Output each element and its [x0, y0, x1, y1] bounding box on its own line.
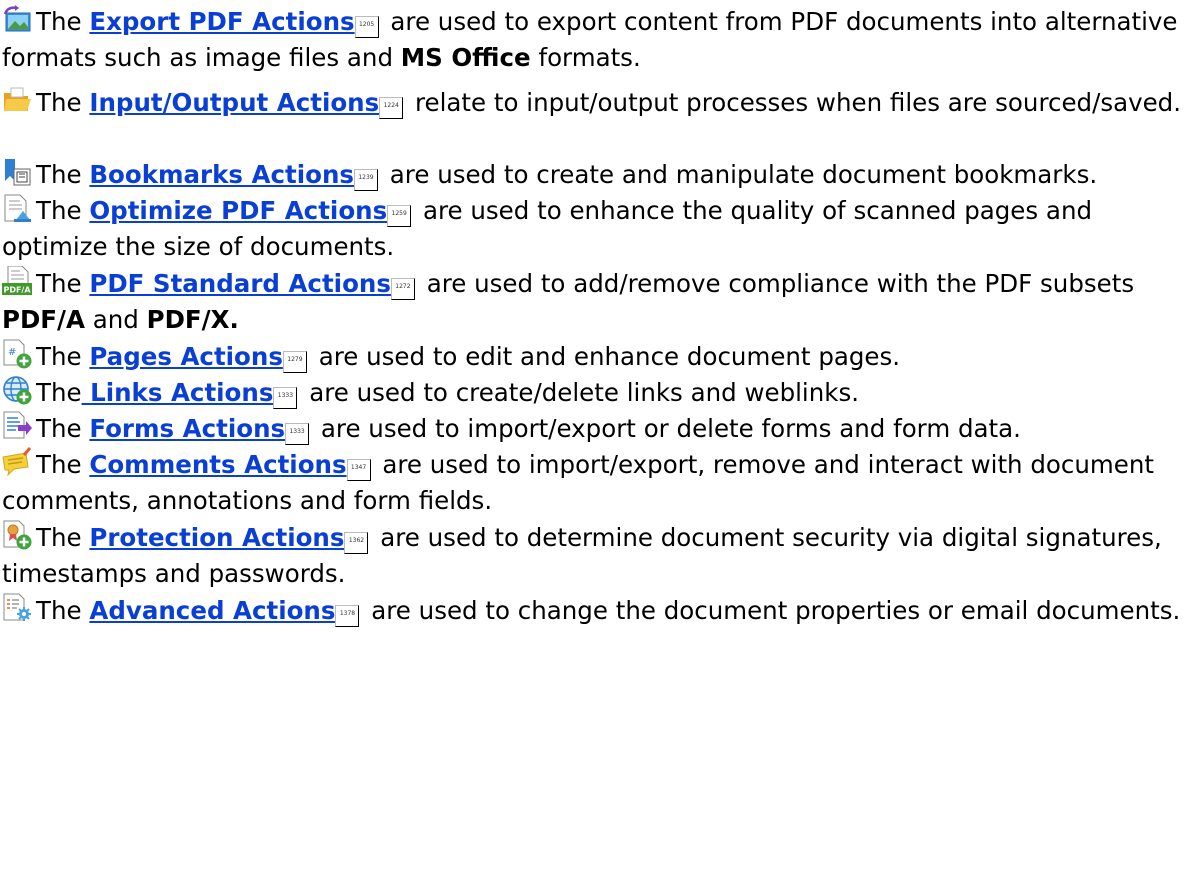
- comment-note-icon: [2, 447, 32, 477]
- page-ref-link[interactable]: 1333: [285, 423, 310, 445]
- page-ref-link[interactable]: 1224: [379, 97, 404, 119]
- entry-text-mid: and: [84, 305, 147, 334]
- entry-text: are used to import/export or delete form…: [313, 414, 1021, 443]
- protection-actions-link[interactable]: Protection Actions: [89, 523, 344, 552]
- entry-lead: The: [36, 596, 90, 625]
- entry-bookmarks: The Bookmarks Actions 1239 are used to cr…: [2, 157, 1200, 193]
- entry-text-end: formats.: [530, 43, 641, 72]
- pdfa-icon: PDF/A: [2, 266, 32, 296]
- page-ref-link[interactable]: 1272: [390, 278, 415, 300]
- form-arrow-icon: [2, 411, 32, 441]
- page-ref-link[interactable]: 1259: [387, 205, 412, 227]
- page-ref-link[interactable]: 1205: [354, 16, 379, 38]
- entry-lead: The: [36, 523, 90, 552]
- comments-actions-link[interactable]: Comments Actions: [89, 450, 346, 479]
- svg-text:#: #: [8, 347, 16, 358]
- globe-link-icon: [2, 375, 32, 405]
- entry-text: relate to input/output processes when fi…: [407, 88, 1182, 117]
- document-page: The Export PDF Actions 1205 are used to e…: [0, 0, 1204, 890]
- pdfa-term: PDF/A: [2, 305, 85, 334]
- page-ref-link[interactable]: 1362: [344, 532, 369, 554]
- entry-optimize-pdf: The Optimize PDF Actions 1259 are used to…: [2, 193, 1200, 265]
- bookmarks-actions-link[interactable]: Bookmarks Actions: [89, 160, 354, 189]
- entry-pdf-standard: PDF/A The PDF Standard Actions 1272 are u…: [2, 266, 1200, 338]
- page-add-icon: #: [2, 339, 32, 369]
- entry-input-output: The Input/Output Actions 1224 relate to i…: [2, 85, 1200, 121]
- entry-text: are used to edit and enhance document pa…: [310, 342, 901, 371]
- forms-actions-link[interactable]: Forms Actions: [89, 414, 285, 443]
- entry-forms: The Forms Actions 1333 are used to import…: [2, 411, 1200, 447]
- entry-advanced: The Advanced Actions 1378 are used to cha…: [2, 593, 1200, 629]
- links-actions-link[interactable]: Links Actions: [82, 378, 273, 407]
- entry-pages: # The Pages Actions 1279 are used to edit…: [2, 339, 1200, 375]
- entry-lead: The: [36, 269, 90, 298]
- page-ref-link[interactable]: 1347: [346, 459, 371, 481]
- entry-text: are used to create and manipulate docume…: [382, 160, 1098, 189]
- entry-protection: The Protection Actions 1362 are used to d…: [2, 520, 1200, 592]
- entry-lead: The: [36, 414, 90, 443]
- page-ref-link[interactable]: 1279: [282, 351, 307, 373]
- page-ref-link[interactable]: 1378: [335, 605, 360, 627]
- settings-doc-icon: [2, 593, 32, 623]
- input-output-actions-link[interactable]: Input/Output Actions: [89, 88, 379, 117]
- optimize-pdf-actions-link[interactable]: Optimize PDF Actions: [89, 196, 387, 225]
- export-pdf-actions-link[interactable]: Export PDF Actions: [89, 7, 354, 36]
- entry-lead: The: [36, 160, 90, 189]
- entry-lead: The: [36, 342, 90, 371]
- entry-lead: The: [36, 450, 90, 479]
- entry-comments: The Comments Actions 1347 are used to imp…: [2, 447, 1200, 519]
- entry-lead: The: [36, 378, 82, 407]
- folder-icon: [2, 85, 32, 115]
- pages-actions-link[interactable]: Pages Actions: [89, 342, 283, 371]
- entry-links: The Links Actions 1333 are used to create…: [2, 375, 1200, 411]
- pdfx-term: PDF/X.: [146, 305, 239, 334]
- certificate-icon: [2, 520, 32, 550]
- pdf-standard-actions-link[interactable]: PDF Standard Actions: [89, 269, 391, 298]
- optimize-icon: [2, 193, 32, 223]
- entry-export-pdf: The Export PDF Actions 1205 are used to e…: [2, 4, 1200, 76]
- entry-text: are used to add/remove compliance with t…: [418, 269, 1135, 298]
- entry-text: are used to create/delete links and webl…: [301, 378, 860, 407]
- entry-lead: The: [36, 88, 90, 117]
- entry-text: are used to change the document properti…: [363, 596, 1181, 625]
- svg-text:PDF/A: PDF/A: [3, 286, 31, 295]
- entry-lead: The: [36, 7, 90, 36]
- advanced-actions-link[interactable]: Advanced Actions: [89, 596, 335, 625]
- page-ref-link[interactable]: 1333: [273, 387, 298, 409]
- export-image-icon: [2, 4, 32, 34]
- entry-lead: The: [36, 196, 90, 225]
- bookmark-icon: [2, 157, 32, 187]
- page-ref-link[interactable]: 1239: [354, 169, 378, 191]
- entry-bold-term: MS Office: [400, 43, 531, 72]
